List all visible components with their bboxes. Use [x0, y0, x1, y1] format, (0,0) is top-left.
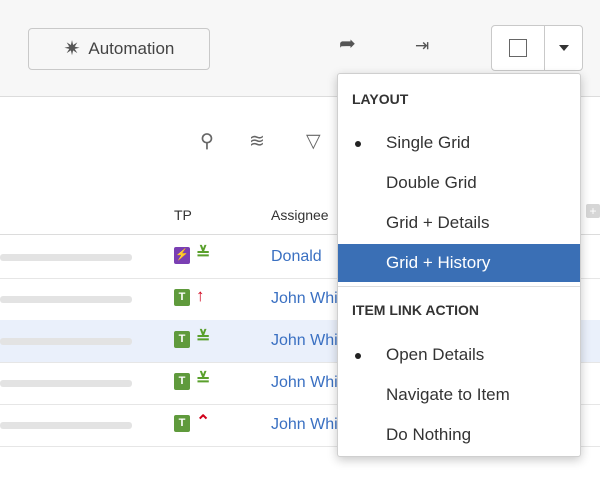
progress-bar — [0, 254, 132, 261]
task-icon: T — [174, 373, 190, 390]
task-icon: T — [174, 415, 190, 432]
caret-down-icon — [558, 45, 569, 51]
menu-item-double-grid[interactable]: Double Grid — [338, 164, 580, 202]
filter-icon[interactable]: ▽ — [306, 132, 321, 151]
menu-item-label: Grid + History — [386, 253, 491, 272]
progress-bar — [0, 296, 132, 303]
task-icon: T — [174, 289, 190, 306]
chevron-double-up-icon: ⌃ — [196, 412, 211, 431]
menu-item-label: Do Nothing — [386, 425, 472, 444]
share-arrow-icon[interactable]: ➦ — [339, 34, 356, 54]
chevron-double-down-icon: ≚ — [196, 328, 211, 347]
chevron-double-down-icon: ≚ — [196, 244, 211, 263]
menu-item-label: Double Grid — [386, 173, 477, 192]
assignee-link[interactable]: Donald — [271, 248, 322, 266]
progress-bar — [0, 338, 132, 345]
menu-item-label: Grid + Details — [386, 213, 490, 232]
checked-bullet-icon — [355, 141, 361, 147]
progress-bar — [0, 380, 132, 387]
layout-toggle-button[interactable] — [492, 26, 545, 70]
menu-item-grid-history[interactable]: Grid + History — [338, 244, 580, 282]
task-icon: T — [174, 331, 190, 348]
chevron-double-down-icon: ≚ — [196, 370, 211, 389]
menu-item-navigate-to-item[interactable]: Navigate to Item — [338, 376, 580, 414]
lightning-icon: ⚡ — [174, 247, 190, 264]
magic-wand-icon: ✷ — [63, 38, 81, 60]
layout-split-button[interactable] — [491, 25, 583, 71]
layout-dropdown-toggle[interactable] — [545, 26, 582, 70]
export-icon[interactable]: ⇥ — [415, 37, 429, 54]
menu-item-label: Navigate to Item — [386, 385, 510, 404]
automation-label: Automation — [88, 39, 175, 58]
menu-item-label: Single Grid — [386, 133, 471, 152]
menu-item-grid-details[interactable]: Grid + Details — [338, 204, 580, 242]
layers-icon[interactable]: ≋ — [249, 132, 265, 151]
column-header-assignee[interactable]: Assignee — [271, 207, 329, 223]
pin-icon[interactable]: ⚲ — [200, 132, 214, 151]
menu-item-single-grid[interactable]: Single Grid — [338, 124, 580, 162]
layout-dropdown-menu: LAYOUT Single Grid Double Grid Grid + De… — [337, 73, 581, 457]
menu-item-do-nothing[interactable]: Do Nothing — [338, 416, 580, 454]
automation-button[interactable]: ✷ Automation — [28, 28, 210, 70]
progress-bar — [0, 422, 132, 429]
menu-divider — [338, 286, 580, 287]
menu-item-label: Open Details — [386, 345, 485, 364]
menu-item-open-details[interactable]: Open Details — [338, 336, 580, 374]
arrow-up-icon: ↑ — [196, 286, 205, 305]
checked-bullet-icon — [355, 353, 361, 359]
layout-square-icon — [509, 39, 527, 57]
item-link-action-heading: ITEM LINK ACTION — [352, 302, 480, 318]
layout-section-heading: LAYOUT — [352, 91, 409, 107]
add-column-icon[interactable]: + — [586, 204, 600, 218]
column-header-tp[interactable]: TP — [174, 207, 192, 223]
